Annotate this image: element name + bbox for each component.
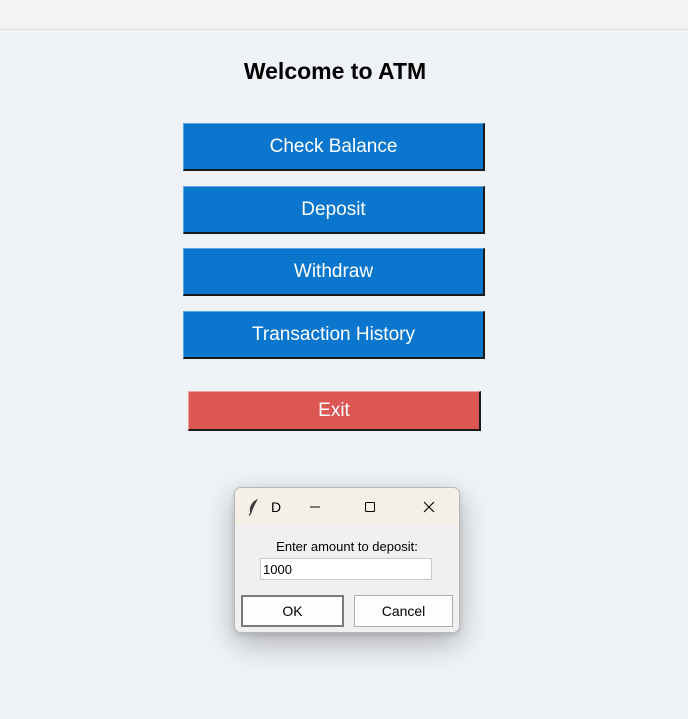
transaction-history-button[interactable]: Transaction History bbox=[183, 311, 485, 359]
dialog-titlebar[interactable]: D bbox=[235, 488, 459, 525]
minimize-icon[interactable] bbox=[295, 494, 335, 520]
cancel-button[interactable]: Cancel bbox=[354, 595, 453, 627]
deposit-amount-input[interactable] bbox=[260, 558, 432, 580]
withdraw-button[interactable]: Withdraw bbox=[183, 248, 485, 296]
window-top-strip bbox=[0, 0, 688, 30]
ok-button[interactable]: OK bbox=[241, 595, 344, 627]
page-title: Welcome to ATM bbox=[243, 58, 427, 84]
exit-button[interactable]: Exit bbox=[188, 391, 481, 431]
deposit-prompt-label: Enter amount to deposit: bbox=[276, 539, 418, 554]
deposit-button[interactable]: Deposit bbox=[183, 186, 485, 234]
feather-icon bbox=[247, 498, 261, 516]
check-balance-button[interactable]: Check Balance bbox=[183, 123, 485, 171]
deposit-dialog: D Enter amount to deposit: OK Cancel bbox=[234, 487, 460, 633]
maximize-icon[interactable] bbox=[350, 494, 390, 520]
dialog-title: D bbox=[271, 499, 282, 515]
close-icon[interactable] bbox=[409, 494, 449, 520]
